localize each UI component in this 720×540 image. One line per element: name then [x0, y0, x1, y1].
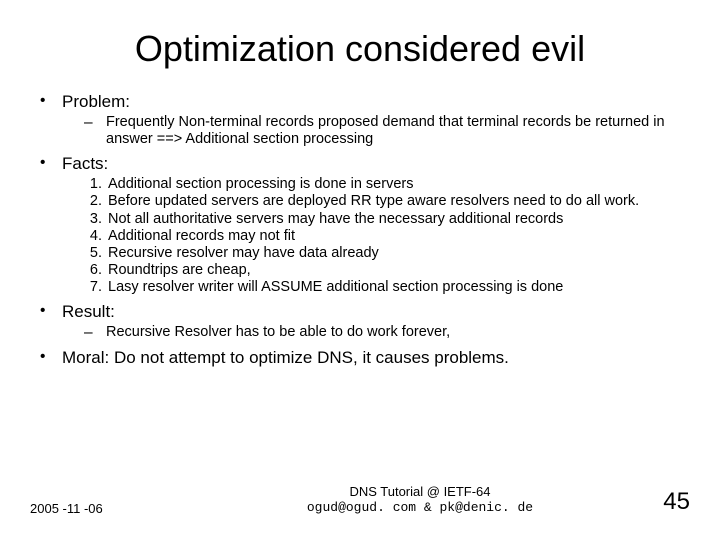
list-item: 7.Lasy resolver writer will ASSUME addit…: [84, 279, 690, 296]
list-text: Additional records may not fit: [108, 228, 690, 245]
list-number: 1.: [84, 176, 108, 193]
slide-body: Problem: Frequently Non-terminal records…: [30, 92, 690, 368]
problem-label: Problem:: [62, 92, 130, 112]
list-text: Additional section processing is done in…: [108, 176, 690, 193]
bullet-dot-icon: [40, 348, 62, 368]
list-number: 3.: [84, 211, 108, 228]
list-text: Roundtrips are cheap,: [108, 262, 690, 279]
dash-icon: [84, 114, 106, 148]
footer-date: 2005 -11 -06: [30, 501, 210, 516]
bullet-problem: Problem:: [40, 92, 690, 112]
facts-label: Facts:: [62, 154, 108, 174]
slide-title: Optimization considered evil: [30, 28, 690, 70]
list-number: 4.: [84, 228, 108, 245]
bullet-moral: Moral: Do not attempt to optimize DNS, i…: [40, 348, 690, 368]
bullet-result: Result:: [40, 302, 690, 322]
bullet-dot-icon: [40, 302, 62, 322]
problem-item-text: Frequently Non-terminal records proposed…: [106, 114, 690, 148]
list-item: 6.Roundtrips are cheap,: [84, 262, 690, 279]
list-text: Lasy resolver writer will ASSUME additio…: [108, 279, 690, 296]
slide-footer: 2005 -11 -06 DNS Tutorial @ IETF-64 ogud…: [0, 484, 720, 517]
list-number: 7.: [84, 279, 108, 296]
moral-text: Moral: Do not attempt to optimize DNS, i…: [62, 348, 509, 368]
bullet-dot-icon: [40, 92, 62, 112]
list-number: 2.: [84, 193, 108, 210]
footer-title: DNS Tutorial @ IETF-64: [210, 484, 630, 500]
slide: Optimization considered evil Problem: Fr…: [0, 0, 720, 540]
list-number: 5.: [84, 245, 108, 262]
dash-icon: [84, 324, 106, 342]
facts-list: 1.Additional section processing is done …: [84, 176, 690, 296]
bullet-facts: Facts:: [40, 154, 690, 174]
list-item: 4.Additional records may not fit: [84, 228, 690, 245]
footer-center: DNS Tutorial @ IETF-64 ogud@ogud. com & …: [210, 484, 630, 517]
bullet-dot-icon: [40, 154, 62, 174]
list-item: 5.Recursive resolver may have data alrea…: [84, 245, 690, 262]
list-text: Not all authoritative servers may have t…: [108, 211, 690, 228]
list-item: 1.Additional section processing is done …: [84, 176, 690, 193]
list-text: Recursive resolver may have data already: [108, 245, 690, 262]
problem-item: Frequently Non-terminal records proposed…: [84, 114, 690, 148]
list-item: 2.Before updated servers are deployed RR…: [84, 193, 690, 210]
list-text: Before updated servers are deployed RR t…: [108, 193, 690, 210]
result-label: Result:: [62, 302, 115, 322]
result-item-text: Recursive Resolver has to be able to do …: [106, 324, 690, 342]
list-item: 3.Not all authoritative servers may have…: [84, 211, 690, 228]
footer-emails: ogud@ogud. com & pk@denic. de: [210, 500, 630, 516]
page-number: 45: [630, 488, 690, 516]
result-item: Recursive Resolver has to be able to do …: [84, 324, 690, 342]
list-number: 6.: [84, 262, 108, 279]
